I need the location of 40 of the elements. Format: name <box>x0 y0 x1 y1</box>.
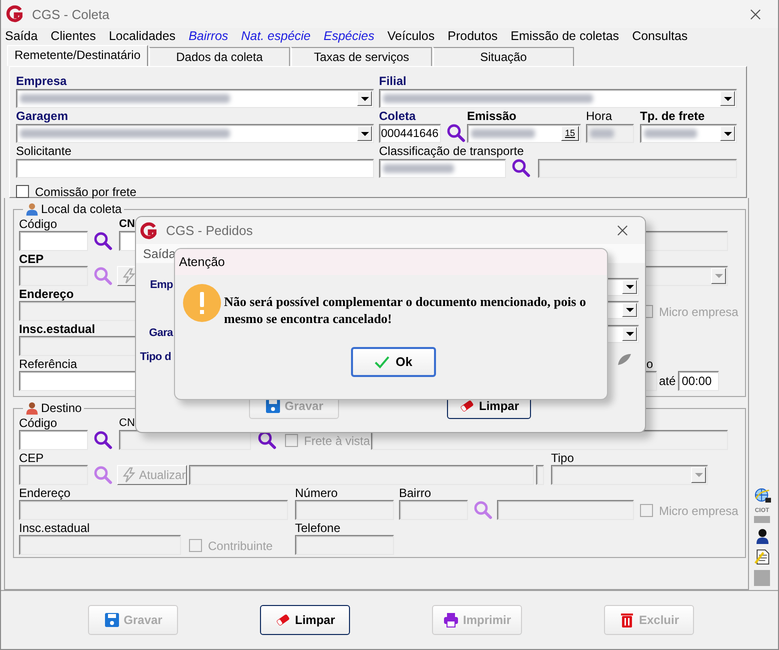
field-label: Coleta <box>379 109 416 124</box>
field-label: Gara <box>149 327 173 339</box>
field-label: Emp <box>150 279 173 291</box>
field-label: Classificação de transporte <box>379 144 524 159</box>
field-label: Tp. de frete <box>640 109 705 124</box>
field-label: CN <box>119 416 135 430</box>
checkbox-label: Frete à vista <box>304 434 370 448</box>
field-label: Filial <box>379 74 406 89</box>
field-label: Hora <box>586 109 612 124</box>
field-label: Código <box>19 217 58 231</box>
field-label: Solicitante <box>16 144 72 159</box>
alert-message: Não será possível complementar o documento mencionado, pois o mesmo se encontra cancelado! <box>224 293 587 327</box>
field-label: Insc.estadual <box>19 521 90 535</box>
group-title: Local da coleta <box>41 202 122 216</box>
field-label: CN <box>119 217 135 231</box>
window-title: CGS - Coleta <box>32 6 110 22</box>
field-label: Tipo d <box>140 351 171 363</box>
checkbox-label: Micro empresa <box>659 504 738 518</box>
field-label: Telefone <box>295 521 340 535</box>
field-label: Emissão <box>467 109 516 124</box>
field-label: o <box>646 357 654 371</box>
checkbox-label: Comissão por frete <box>35 184 136 198</box>
field-label: Tipo <box>551 451 574 465</box>
field-label: Código <box>19 416 58 430</box>
field-label: Bairro <box>399 486 432 500</box>
field-label: Referência <box>19 357 78 371</box>
field-label: CEP <box>19 451 44 465</box>
field-label: Número <box>295 486 338 500</box>
field-label: Endereço <box>19 287 74 301</box>
field-label: CEP <box>19 252 44 266</box>
field-label: Endereço <box>19 486 70 500</box>
window-title: CGS - Pedidos <box>166 223 254 238</box>
dialog-title: Atenção <box>175 249 607 275</box>
field-label: Garagem <box>16 109 68 124</box>
field-label: Insc.estadual <box>19 322 96 336</box>
checkbox-label: Micro empresa <box>659 304 738 318</box>
field-label: até <box>659 374 676 388</box>
checkbox-label: Contribuinte <box>208 538 273 552</box>
group-title: Destino <box>41 401 82 415</box>
field-label: Empresa <box>16 74 67 89</box>
